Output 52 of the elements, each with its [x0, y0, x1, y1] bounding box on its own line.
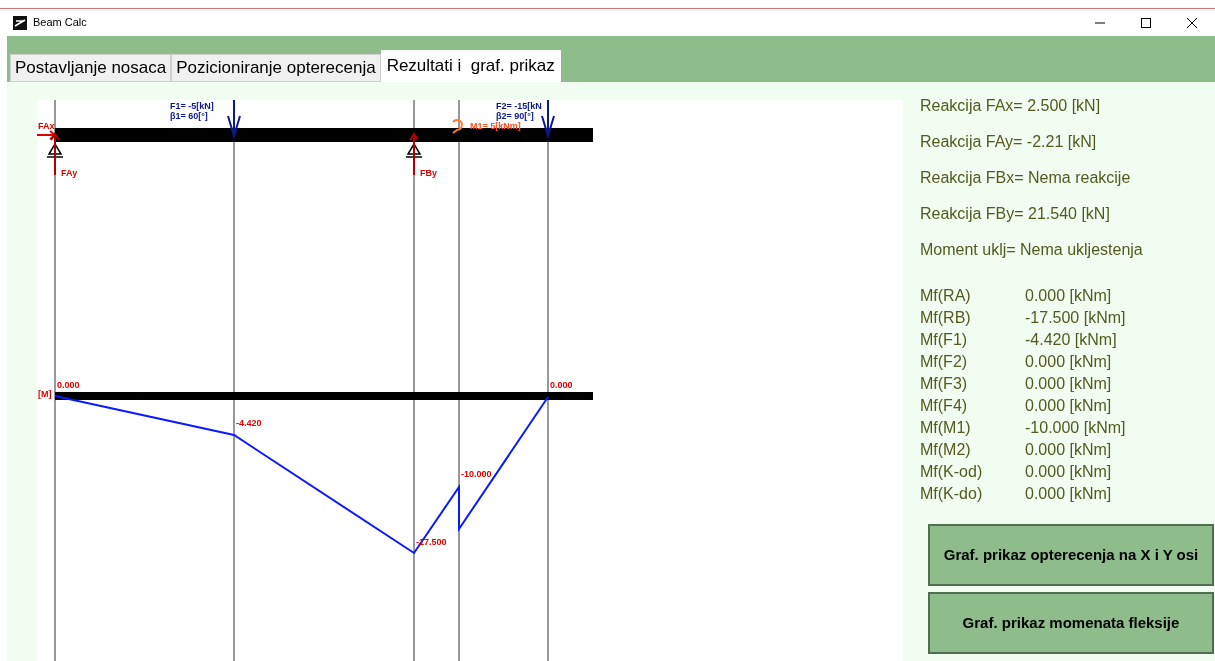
moment-value: 0.000 [550, 380, 573, 390]
tab[interactable]: Pozicioniranje opterecenja [171, 54, 381, 82]
moment-result: -17.500 [kNm] [1025, 308, 1126, 328]
force-arrow [541, 100, 555, 140]
moment-name: Mf(K-do) [920, 484, 984, 504]
close-icon [1187, 17, 1197, 28]
maximize-icon [1141, 17, 1151, 28]
reaction-result: Reakcija FAx= 2.500 [kN] [920, 96, 1102, 116]
moment-result: 0.000 [kNm] [1025, 352, 1112, 372]
chart-button[interactable]: Graf. prikaz momenata fleksije [928, 592, 1214, 654]
tab[interactable]: Postavljanje nosaca [10, 54, 172, 82]
moment-name: Mf(F4) [920, 396, 969, 416]
reaction-result: Reakcija FBy= 21.540 [kN] [920, 204, 1111, 224]
moment-icon [452, 119, 463, 134]
window-title: Beam Calc [33, 15, 87, 31]
moment-result: 0.000 [kNm] [1025, 484, 1112, 504]
moment-result: 0.000 [kNm] [1025, 374, 1112, 394]
moment-name: Mf(M1) [920, 418, 972, 438]
moment-name: Mf(RA) [920, 286, 972, 306]
app-icon [13, 15, 27, 30]
reaction-arrow [409, 132, 419, 176]
moment-result: 0.000 [kNm] [1025, 440, 1112, 460]
force-arrow [227, 100, 241, 140]
reaction-result: Moment uklj= Nema ukljestenja [920, 240, 1144, 260]
moment-name: Mf(K-od) [920, 462, 984, 482]
reaction-label: FBy [420, 168, 437, 178]
moment-value: 0.000 [57, 380, 80, 390]
moment-name: Mf(M2) [920, 440, 972, 460]
support-icon [46, 142, 64, 158]
moment-name: Mf(F1) [920, 330, 969, 350]
reaction-result: Reakcija FAy= -2.21 [kN] [920, 132, 1098, 152]
moment-name: Mf(F3) [920, 374, 969, 394]
tab[interactable]: Rezultati i graf. prikaz [380, 50, 561, 82]
axis-label: [M] [38, 389, 52, 399]
reaction-label: FAy [61, 168, 78, 178]
moment-result: 0.000 [kNm] [1025, 462, 1112, 482]
reaction-result: Reakcija FBx= Nema reakcije [920, 168, 1132, 188]
moment-result: -10.000 [kNm] [1025, 418, 1126, 438]
reaction-label: FAx [38, 121, 55, 131]
moment-value: -4.420 [236, 418, 262, 428]
moment-name: Mf(RB) [920, 308, 972, 328]
moment-result: 0.000 [kNm] [1025, 396, 1112, 416]
load-label: F2= -15[kN [496, 101, 542, 111]
moment-result: 0.000 [kNm] [1025, 286, 1112, 306]
moment-result: -4.420 [kNm] [1025, 330, 1117, 350]
support-icon [405, 142, 423, 158]
load-label: β1= 60[°] [170, 111, 208, 121]
load-label: F1= -5[kN] [170, 101, 214, 111]
chart-button[interactable]: Graf. prikaz opterecenja na X i Y osi [928, 524, 1214, 586]
moment-value: -10.000 [461, 469, 492, 479]
moment-name: Mf(F2) [920, 352, 969, 372]
load-label: β2= 90[°] [496, 111, 534, 121]
